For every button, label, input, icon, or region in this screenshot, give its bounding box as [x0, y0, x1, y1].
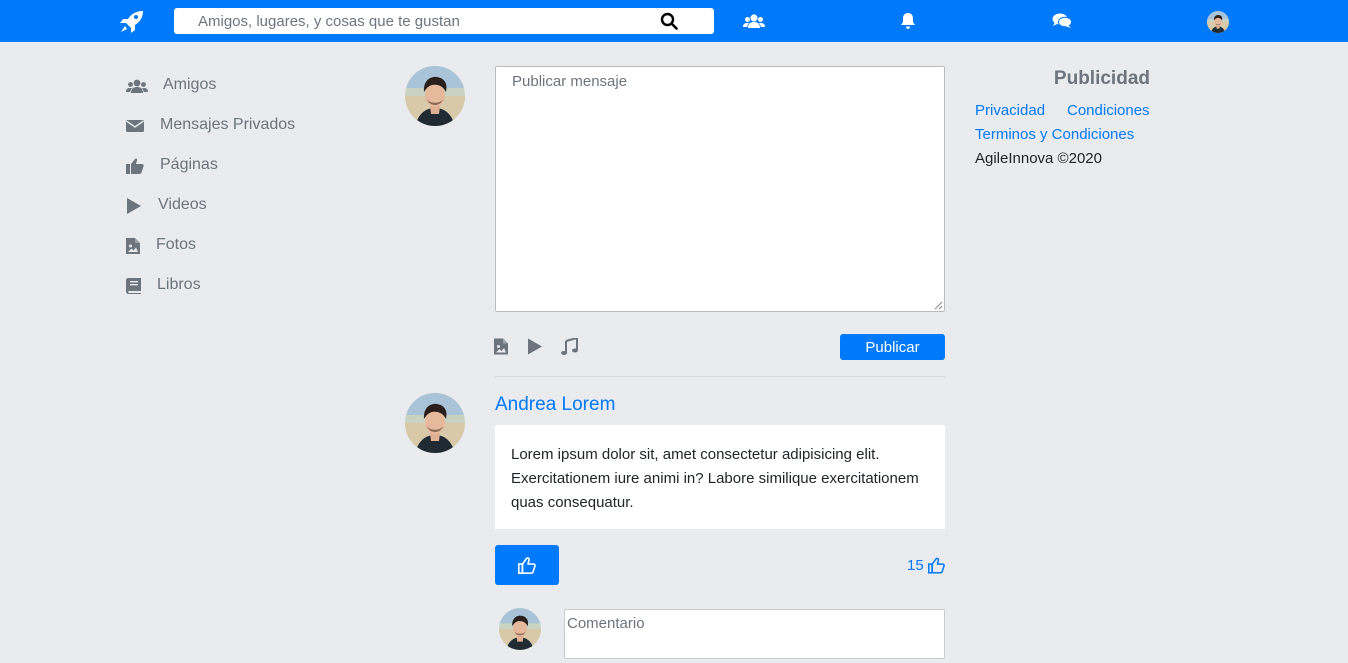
publish-message-box [495, 66, 945, 312]
like-button[interactable] [495, 545, 559, 585]
post-text: Lorem ipsum dolor sit, amet consectetur … [511, 446, 919, 511]
comments-icon[interactable] [1052, 12, 1072, 30]
sidebar-item-label: Amigos [163, 76, 217, 93]
post-author-name[interactable]: Andrea Lorem [495, 394, 615, 416]
top-navbar [0, 0, 1348, 42]
like-count: 15 [900, 556, 945, 576]
post-author-avatar[interactable] [405, 393, 465, 453]
sidebar-item-label: Libros [157, 276, 201, 293]
sidebar-item-libros[interactable]: Libros [126, 266, 386, 306]
music-icon[interactable] [561, 338, 578, 355]
sidebar-item-label: Mensajes Privados [160, 116, 296, 133]
terms-link[interactable]: Terminos y Condiciones [975, 126, 1134, 143]
copyright-text: AgileInnova ©2020 [975, 150, 1102, 167]
sidebar-item-label: Fotos [156, 236, 197, 253]
bell-icon[interactable] [900, 12, 916, 30]
image-file-icon[interactable] [494, 338, 508, 355]
play-icon [127, 198, 141, 214]
search-bar [174, 8, 714, 34]
user-avatar[interactable] [1207, 11, 1229, 33]
search-input[interactable] [174, 8, 654, 34]
divider [495, 376, 945, 377]
sidebar-item-paginas[interactable]: Páginas [126, 146, 386, 186]
thumbs-up-icon [126, 158, 144, 174]
comment-box [564, 609, 945, 659]
conditions-link[interactable]: Condiciones [1067, 102, 1150, 119]
sidebar-item-amigos[interactable]: Amigos [126, 66, 386, 106]
sidebar-item-mensajes-privados[interactable]: Mensajes Privados [126, 106, 386, 146]
sidebar: Amigos Mensajes Privados Páginas Videos … [126, 66, 386, 306]
rocket-icon[interactable] [119, 10, 145, 34]
commenter-avatar [499, 608, 541, 650]
comment-input[interactable] [565, 610, 944, 658]
search-icon[interactable] [660, 12, 678, 30]
sidebar-item-label: Páginas [160, 156, 218, 173]
users-icon [126, 79, 148, 93]
publish-button[interactable]: Publicar [840, 334, 945, 360]
book-icon [126, 278, 141, 294]
post-content: Lorem ipsum dolor sit, amet consectetur … [495, 425, 945, 529]
sidebar-item-label: Videos [158, 196, 207, 213]
sidebar-item-fotos[interactable]: Fotos [126, 226, 386, 266]
privacy-link[interactable]: Privacidad [975, 102, 1045, 119]
users-icon[interactable] [743, 12, 765, 30]
publish-message-input[interactable] [496, 67, 944, 311]
envelope-icon [126, 120, 144, 132]
resize-grip-icon[interactable] [934, 301, 943, 310]
ads-title: Publicidad [1053, 68, 1150, 89]
thumbs-up-icon [518, 557, 536, 574]
composer-avatar [405, 66, 465, 126]
thumbs-up-icon [928, 557, 945, 574]
image-file-icon [126, 238, 140, 254]
sidebar-item-videos[interactable]: Videos [126, 186, 386, 226]
like-count-number: 15 [907, 557, 924, 574]
play-icon[interactable] [527, 338, 542, 355]
